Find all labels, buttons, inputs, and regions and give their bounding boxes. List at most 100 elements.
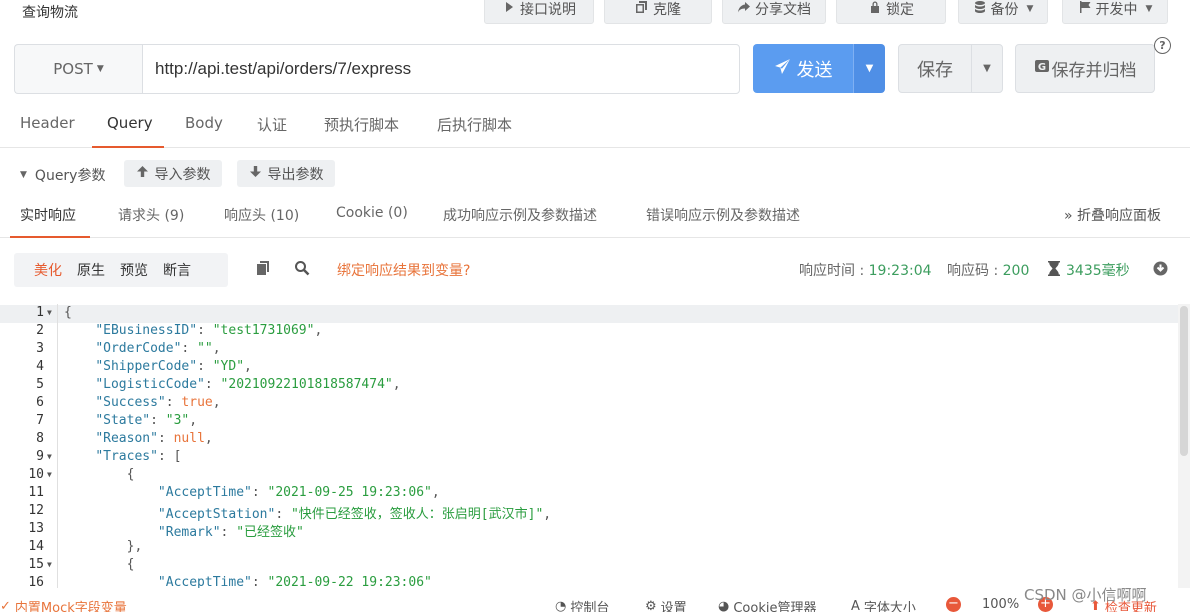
- code-line: 8 "Reason": null,: [0, 431, 1178, 449]
- paper-plane-icon: [774, 58, 791, 80]
- fold-toggle-icon[interactable]: ▼: [47, 308, 52, 317]
- search-icon[interactable]: [294, 260, 312, 278]
- play-icon: [502, 0, 516, 18]
- method-label: POST: [53, 60, 93, 78]
- line-number: 5: [36, 377, 44, 392]
- scrollbar-thumb[interactable]: [1180, 306, 1188, 456]
- response-time-value: 19:23:04: [868, 263, 932, 279]
- code-line: 1 ▼ {: [0, 305, 1178, 323]
- cookie-manager-button[interactable]: ◕ Cookie管理器: [718, 597, 816, 612]
- console-button[interactable]: ◔ 控制台: [555, 597, 609, 612]
- query-params-toggle[interactable]: ▼ Query参数: [20, 165, 105, 185]
- tab-auth[interactable]: 认证: [257, 114, 287, 135]
- clone-label: 克隆: [653, 2, 681, 18]
- tab-cookie[interactable]: Cookie (0): [336, 205, 408, 221]
- format-preview-button[interactable]: 预览: [120, 260, 148, 280]
- clone-button[interactable]: 克隆: [604, 0, 712, 24]
- code-line: 12 "AcceptStation": "快件已经签收，签收人：张启明[武汉市]…: [0, 503, 1178, 522]
- backup-dropdown[interactable]: 备份 ▼: [958, 0, 1048, 24]
- api-doc-button[interactable]: 接口说明: [484, 0, 594, 24]
- line-number: 2: [36, 323, 44, 338]
- font-size-label: 字体大小: [863, 601, 916, 612]
- hourglass-icon: [1048, 260, 1060, 280]
- tab-post-script[interactable]: 后执行脚本: [437, 114, 512, 135]
- caret-down-icon: ▼: [20, 170, 27, 180]
- line-number: 1: [36, 305, 44, 320]
- gutter-divider: [57, 304, 58, 588]
- format-assert-button[interactable]: 断言: [163, 260, 191, 280]
- code-line: 15 ▼ {: [0, 557, 1178, 575]
- tab-pre-script[interactable]: 预执行脚本: [324, 114, 399, 135]
- line-number: 16: [28, 575, 44, 588]
- response-code-value: 200: [1002, 263, 1030, 279]
- font-size-icon: A: [851, 599, 860, 612]
- chevron-down-icon: ▼: [1145, 4, 1153, 14]
- settings-button[interactable]: ⚙ 设置: [645, 597, 687, 612]
- response-duration: 3435毫秒: [1048, 260, 1130, 280]
- mock-variables-button[interactable]: ✓ 内置Mock字段变量: [0, 597, 127, 612]
- share-doc-button[interactable]: 分享文档: [722, 0, 826, 24]
- status-label: 开发中: [1095, 2, 1138, 18]
- line-number: 8: [36, 431, 44, 446]
- gear-icon: ⚙: [645, 599, 657, 612]
- response-code-viewer[interactable]: 1 ▼{2 "EBusinessID": "test1731069", 3 "Ord…: [0, 304, 1178, 588]
- code-line: 3 "OrderCode": "",: [0, 341, 1178, 359]
- gauge-icon: ◔: [555, 599, 567, 612]
- import-params-button[interactable]: 导入参数: [124, 160, 222, 187]
- tab-header[interactable]: Header: [20, 114, 75, 132]
- code-line: 13 "Remark": "已经签收": [0, 521, 1178, 540]
- response-duration-value: 3435毫秒: [1066, 263, 1130, 279]
- zoom-level: 100%: [982, 597, 1020, 612]
- tab-query[interactable]: Query: [107, 114, 153, 132]
- save-options-dropdown[interactable]: ▼: [971, 44, 1003, 93]
- lock-button[interactable]: 锁定: [836, 0, 946, 24]
- backup-label: 备份: [990, 2, 1019, 18]
- code-line: 16 "AcceptTime": "2021-09-22 19:23:06": [0, 575, 1178, 588]
- export-params-button[interactable]: 导出参数: [237, 160, 335, 187]
- fold-toggle-icon[interactable]: ▼: [47, 452, 52, 461]
- watermark: CSDN @小信啊啊: [1024, 586, 1147, 604]
- import-params-label: 导入参数: [154, 166, 211, 183]
- tab-request-headers[interactable]: 请求头 (9): [118, 205, 184, 225]
- save-button[interactable]: 保存: [898, 44, 972, 93]
- svg-text:G: G: [1037, 62, 1045, 73]
- help-icon[interactable]: ?: [1154, 37, 1171, 54]
- line-number: 12: [28, 503, 44, 518]
- response-time: 响应时间 : 19:23:04: [799, 260, 932, 280]
- bind-response-variable-link[interactable]: 绑定响应结果到变量?: [337, 260, 470, 280]
- tab-success-example[interactable]: 成功响应示例及参数描述: [443, 205, 597, 225]
- format-raw-button[interactable]: 原生: [77, 260, 105, 280]
- tab-body[interactable]: Body: [185, 114, 223, 132]
- save-archive-button[interactable]: G 保存并归档: [1015, 44, 1155, 93]
- save-archive-label: 保存并归档: [1051, 61, 1137, 81]
- send-options-dropdown[interactable]: ▼: [853, 44, 885, 93]
- minus-icon: −: [946, 597, 961, 612]
- fold-toggle-icon[interactable]: ▼: [47, 560, 52, 569]
- line-number: 3: [36, 341, 44, 356]
- response-tabs: 实时响应 请求头 (9) 响应头 (10) Cookie (0) 成功响应示例及…: [0, 196, 1190, 238]
- code-text: {: [64, 557, 135, 572]
- url-input[interactable]: http://api.test/api/orders/7/express: [142, 44, 740, 94]
- fold-toggle-icon[interactable]: ▼: [47, 470, 52, 479]
- send-button[interactable]: 发送: [753, 44, 853, 93]
- status-dropdown[interactable]: 开发中 ▼: [1062, 0, 1168, 24]
- code-line: 7 "State": "3",: [0, 413, 1178, 431]
- collapse-response-button[interactable]: » 折叠响应面板: [1064, 205, 1161, 225]
- tab-live-response[interactable]: 实时响应: [20, 205, 76, 225]
- request-tabs: Header Query Body 认证 预执行脚本 后执行脚本: [0, 106, 1190, 148]
- tab-error-example[interactable]: 错误响应示例及参数描述: [646, 205, 800, 225]
- code-line: 4 "ShipperCode": "YD",: [0, 359, 1178, 377]
- zoom-out-button[interactable]: −: [946, 597, 961, 612]
- cookie-manager-label: Cookie管理器: [733, 601, 817, 612]
- active-response-tab-indicator: [10, 236, 90, 238]
- code-text: "AcceptTime": "2021-09-25 19:23:06",: [157, 485, 440, 500]
- active-tab-indicator: [92, 146, 164, 148]
- copy-icon[interactable]: [255, 260, 273, 278]
- download-icon[interactable]: [1153, 261, 1168, 280]
- method-select[interactable]: POST ▼: [14, 44, 142, 94]
- code-line: 14 },: [0, 539, 1178, 557]
- tab-response-headers[interactable]: 响应头 (10): [224, 205, 299, 225]
- format-pretty-button[interactable]: 美化: [34, 260, 62, 280]
- font-size-label-item: A 字体大小: [851, 597, 916, 612]
- code-text: "ShipperCode": "YD",: [95, 359, 252, 374]
